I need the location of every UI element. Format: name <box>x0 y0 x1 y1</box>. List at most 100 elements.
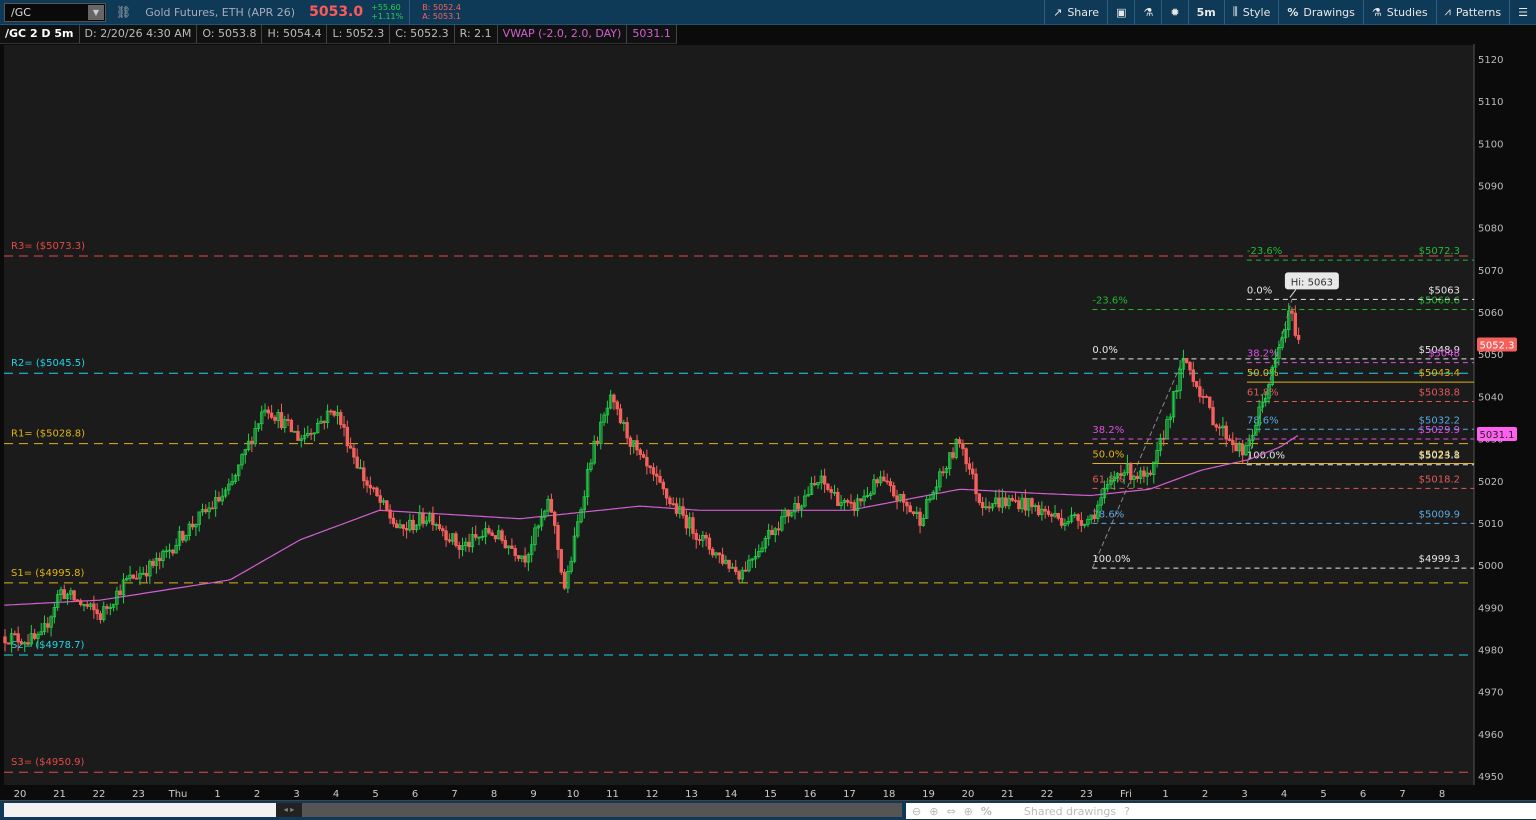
candle-body <box>1290 310 1294 314</box>
candle-body <box>655 473 659 477</box>
price-tick-label: 4960 <box>1478 730 1503 741</box>
time-tick-label: 4 <box>333 789 339 800</box>
vwap-study-label[interactable]: VWAP (-2.0, 2.0, DAY) <box>498 25 628 43</box>
candle-body <box>737 571 741 580</box>
candle-body <box>796 503 800 510</box>
studies-label: Studies <box>1386 5 1428 19</box>
candle-body <box>467 541 471 548</box>
last-price: 5053.0 <box>309 4 364 20</box>
crosshair-icon[interactable]: ⊕ <box>964 805 973 818</box>
candle-body <box>1135 475 1140 480</box>
candle-body <box>967 463 972 470</box>
patterns-icon: ⩘ <box>1444 5 1451 18</box>
zoom-in-icon[interactable]: ⊕ <box>929 805 938 818</box>
candle-body <box>385 500 389 511</box>
chart-title: /GC 2 D 5m <box>0 25 80 43</box>
gear-icon: ✹ <box>1170 5 1180 19</box>
time-tick-label: Fri <box>1120 789 1132 800</box>
drawings-button[interactable]: % Drawings <box>1278 0 1363 25</box>
last-price-badge-text: 5052.3 <box>1480 341 1515 352</box>
price-tick-label: 5090 <box>1478 182 1503 193</box>
price-tick-label: 5110 <box>1478 97 1503 108</box>
scrollbar-track[interactable] <box>4 803 302 817</box>
instrument-description: Gold Futures, ETH (APR 26) <box>145 5 296 19</box>
candle-body <box>786 510 791 517</box>
candle-body <box>339 412 343 425</box>
candle-body <box>974 473 978 495</box>
candle-body <box>1119 473 1123 476</box>
percent-icon[interactable]: % <box>981 805 992 818</box>
candle-body <box>694 533 698 540</box>
high-callout-text: Hi: 5063 <box>1291 277 1333 288</box>
menu-button[interactable]: ☰ <box>1509 0 1536 25</box>
candle-body <box>1217 426 1222 429</box>
candle-body <box>134 577 139 580</box>
candle-body <box>635 440 639 451</box>
candle-body <box>822 475 827 485</box>
candle-body <box>32 633 37 639</box>
candle-body <box>78 600 83 605</box>
link-icon[interactable]: ⛓ <box>116 5 131 19</box>
alerts-button[interactable]: ▣ <box>1107 0 1134 25</box>
settings-button[interactable]: ✹ <box>1161 0 1187 25</box>
candle-body <box>6 642 10 645</box>
bar-close: C: 5052.3 <box>390 25 455 43</box>
bar-high: H: 5054.4 <box>262 25 328 43</box>
candle-body <box>964 448 968 465</box>
candle-body <box>638 449 642 455</box>
candle-body <box>1227 438 1232 441</box>
symbol-selector[interactable]: /GC ▼ <box>4 2 106 22</box>
candle-body <box>404 528 409 531</box>
share-button[interactable]: ↗ Share <box>1044 0 1107 25</box>
candle-body <box>1076 514 1080 521</box>
candle-body <box>971 468 975 475</box>
candle-body <box>1161 437 1166 440</box>
fib-level-price: $5048 <box>1428 349 1460 360</box>
style-button[interactable]: ⫼ Style <box>1223 0 1279 25</box>
zoom-out-icon[interactable]: ⊖ <box>912 805 921 818</box>
fib-level-percent: -23.6% <box>1247 246 1282 257</box>
candle-body <box>1293 312 1298 336</box>
timeframe-button[interactable]: 5m <box>1187 0 1224 25</box>
candle-body <box>75 599 80 602</box>
price-chart[interactable]: 4950496049704980499050005010502050305040… <box>0 44 1536 800</box>
pivot-label: S3= ($4950.9) <box>11 757 85 768</box>
price-tick-label: 5070 <box>1478 266 1503 277</box>
patterns-button[interactable]: ⩘ Patterns <box>1435 0 1510 25</box>
shared-drawings-button[interactable]: Shared drawings <box>1024 805 1116 818</box>
candle-body <box>348 445 353 449</box>
candle-body <box>98 613 103 621</box>
pan-icon[interactable]: ⇔ <box>946 805 955 818</box>
net-change: +55.60 +1.11% <box>371 3 403 21</box>
change-percent: +1.11% <box>371 12 404 21</box>
candle-body <box>371 487 376 490</box>
chart-tools: ⊖ ⊕ ⇔ ⊕ % Shared drawings ? <box>906 803 1536 819</box>
candle-body <box>977 493 982 503</box>
candle-body <box>671 503 675 506</box>
fib-level-price: $5072.3 <box>1419 246 1460 257</box>
candle-body <box>710 548 715 556</box>
candle-body <box>552 511 557 526</box>
scrollbar-thumb[interactable] <box>302 803 902 817</box>
flask-button[interactable]: ⚗ <box>1134 0 1161 25</box>
candle-body <box>941 471 945 474</box>
candle-body <box>612 394 616 403</box>
candle-body <box>1017 500 1021 510</box>
fib-level-price: $5060.6 <box>1419 296 1460 307</box>
bid-ask: B: 5052.4 A: 5053.1 <box>422 3 461 21</box>
candle-body <box>549 498 554 513</box>
candle-body <box>697 539 702 541</box>
drawings-label: Drawings <box>1303 5 1355 19</box>
candle-body <box>1231 440 1235 446</box>
time-tick-label: 9 <box>530 789 536 800</box>
candle-body <box>813 483 817 486</box>
help-icon[interactable]: ? <box>1124 805 1130 818</box>
candle-body <box>13 633 17 636</box>
chevron-down-icon[interactable]: ▼ <box>88 4 104 20</box>
time-tick-label: 23 <box>1080 789 1093 800</box>
price-tick-label: 5040 <box>1478 392 1503 403</box>
candle-body <box>658 475 662 483</box>
scroll-arrows[interactable]: ◂ ▸ <box>276 803 302 817</box>
studies-button[interactable]: ⚗ Studies <box>1362 0 1436 25</box>
bar-range: R: 2.1 <box>455 25 498 43</box>
